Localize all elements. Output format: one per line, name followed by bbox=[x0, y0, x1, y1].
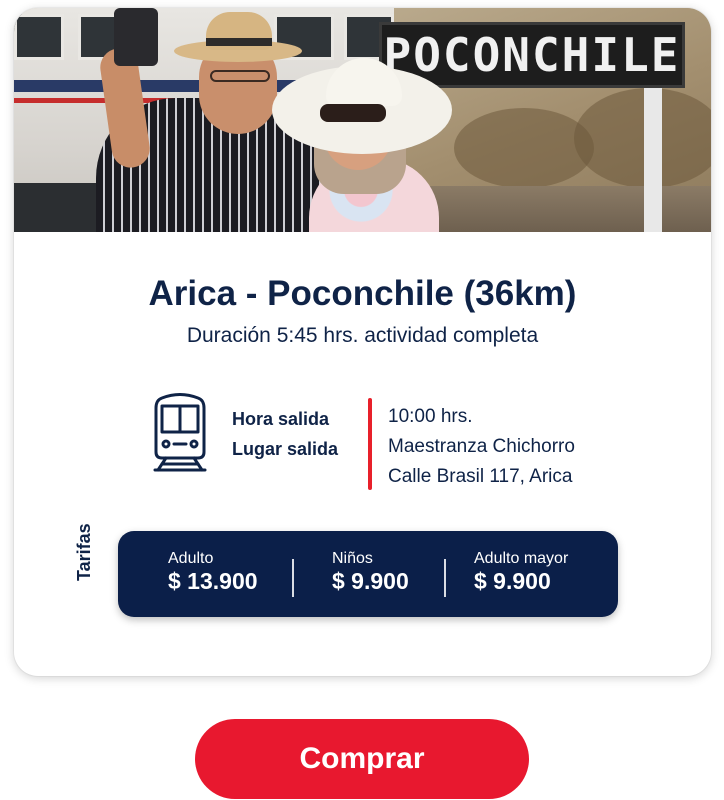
hero-photo: POCONCHILE bbox=[14, 8, 711, 232]
price-separator bbox=[444, 559, 446, 597]
tour-card: POCONCHILE Arica - Poconchile (36km) Dur… bbox=[14, 8, 711, 676]
trip-title: Arica - Poconchile (36km) bbox=[148, 274, 577, 313]
price-label: Niños bbox=[332, 550, 373, 567]
price-box: Adulto $ 13.900 Niños $ 9.900 Adulto may… bbox=[118, 531, 618, 617]
buy-button[interactable]: Comprar bbox=[195, 719, 529, 799]
tarifas-label: Tarifas bbox=[74, 523, 94, 581]
price-value: $ 13.900 bbox=[168, 568, 258, 594]
departure-address: Calle Brasil 117, Arica bbox=[388, 466, 573, 487]
lugar-salida-label: Lugar salida bbox=[232, 439, 339, 459]
price-separator bbox=[292, 559, 294, 597]
price-adulto: Adulto $ 13.900 bbox=[168, 550, 258, 594]
price-value: $ 9.900 bbox=[332, 568, 409, 594]
price-value: $ 9.900 bbox=[474, 568, 551, 594]
price-adulto-mayor: Adulto mayor $ 9.900 bbox=[474, 550, 568, 594]
divider bbox=[368, 398, 372, 490]
hora-salida-label: Hora salida bbox=[232, 409, 330, 429]
departure-place: Maestranza Chichorro bbox=[388, 436, 575, 457]
departure-labels: Hora salida Lugar salida bbox=[232, 404, 338, 464]
phone-image bbox=[114, 8, 158, 66]
departure-values: 10:00 hrs. Maestranza Chichorro Calle Br… bbox=[388, 402, 575, 492]
train-icon bbox=[153, 393, 207, 472]
price-label: Adulto mayor bbox=[474, 550, 569, 567]
departure-time: 10:00 hrs. bbox=[388, 406, 473, 427]
price-label: Adulto bbox=[168, 550, 214, 567]
trip-duration: Duración 5:45 hrs. actividad completa bbox=[186, 324, 539, 347]
price-ninos: Niños $ 9.900 bbox=[332, 550, 409, 594]
